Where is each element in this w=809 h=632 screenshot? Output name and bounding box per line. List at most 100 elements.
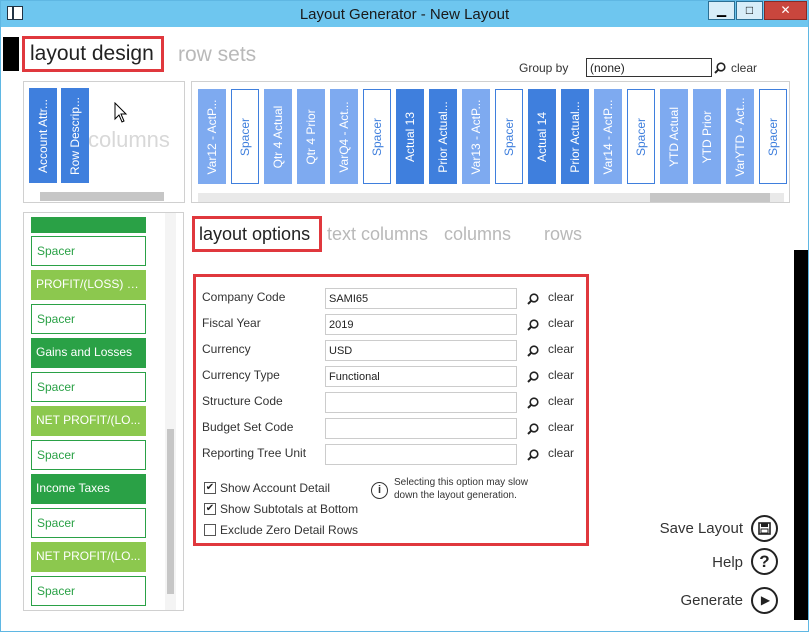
row-item[interactable]: Spacer [31, 440, 146, 470]
option-clear[interactable]: clear [548, 342, 574, 356]
column-card-label: Account Attr... [36, 98, 50, 173]
close-button[interactable]: ✕ [764, 1, 807, 20]
checkbox[interactable] [204, 524, 216, 536]
option-clear[interactable]: clear [548, 290, 574, 304]
row-item[interactable]: Spacer [31, 576, 146, 606]
row-item[interactable]: Income Taxes [31, 474, 146, 504]
column-card-label: Var13 - ActP... [469, 99, 483, 174]
option-clear[interactable]: clear [548, 394, 574, 408]
row-item[interactable]: Gains and Losses [31, 338, 146, 368]
layout-column-card[interactable]: Prior Actual... [561, 89, 589, 184]
layout-column-card[interactable]: Actual 14 [528, 89, 556, 184]
search-icon[interactable] [527, 422, 539, 435]
checkbox[interactable]: ✔ [204, 503, 216, 515]
group-by-input[interactable]: (none) [586, 58, 712, 77]
row-item[interactable]: Spacer [31, 508, 146, 538]
row-item[interactable]: NET PROFIT/(LO... [31, 542, 146, 572]
group-by-clear[interactable]: clear [731, 61, 757, 75]
columns-watermark: columns [88, 127, 170, 152]
option-input[interactable] [325, 418, 517, 439]
layout-column-card[interactable]: Var14 - ActP... [594, 89, 622, 184]
checkbox[interactable]: ✔ [204, 482, 216, 494]
available-columns-panel: columns Account Attr... Row Descrip... [23, 81, 185, 203]
search-icon[interactable] [527, 318, 539, 331]
layout-column-card[interactable]: Spacer [759, 89, 787, 184]
column-card-label: Spacer [502, 117, 516, 156]
option-label: Company Code [202, 290, 286, 304]
column-card-label: Spacer [634, 117, 648, 156]
layout-column-card[interactable]: Var12 - ActP... [198, 89, 226, 184]
search-icon[interactable] [714, 61, 726, 74]
search-icon[interactable] [527, 396, 539, 409]
save-icon[interactable] [751, 515, 778, 542]
row-item[interactable]: Spacer [31, 236, 146, 266]
option-clear[interactable]: clear [548, 368, 574, 382]
available-column-card[interactable]: Account Attr... [29, 88, 57, 183]
layout-columns-scrollbar[interactable] [198, 193, 784, 202]
option-clear[interactable]: clear [548, 446, 574, 460]
search-icon[interactable] [527, 344, 539, 357]
layout-column-card[interactable]: Qtr 4 Prior [297, 89, 325, 184]
search-icon[interactable] [527, 292, 539, 305]
checkbox-label[interactable]: Exclude Zero Detail Rows [220, 523, 358, 537]
layout-column-card[interactable]: Spacer [627, 89, 655, 184]
option-input[interactable] [325, 392, 517, 413]
option-input[interactable] [325, 444, 517, 465]
column-card-label: YTD Prior [700, 110, 714, 163]
layout-column-card[interactable]: Spacer [231, 89, 259, 184]
layout-column-card[interactable]: Prior Actual... [429, 89, 457, 184]
maximize-button[interactable]: □ [736, 1, 763, 20]
row-item[interactable] [31, 217, 146, 233]
layout-generator-window: Layout Generator - New Layout ▁ □ ✕ layo… [0, 0, 809, 632]
help-label[interactable]: Help [641, 554, 743, 571]
right-edge-bar [794, 250, 808, 620]
row-item[interactable]: Spacer [31, 372, 146, 402]
title-bar: Layout Generator - New Layout ▁ □ ✕ [1, 1, 808, 27]
layout-column-card[interactable]: YTD Actual [660, 89, 688, 184]
layout-column-card[interactable]: Spacer [495, 89, 523, 184]
tab-text-columns[interactable]: text columns [327, 224, 428, 245]
tab-columns[interactable]: columns [444, 224, 511, 245]
option-clear[interactable]: clear [548, 316, 574, 330]
option-label: Currency [202, 342, 251, 356]
search-icon[interactable] [527, 370, 539, 383]
option-label: Reporting Tree Unit [202, 446, 307, 460]
tab-rows[interactable]: rows [544, 224, 582, 245]
column-card-label: Qtr 4 Prior [304, 108, 318, 165]
available-columns-scrollbar[interactable] [40, 192, 164, 201]
option-input[interactable]: Functional [325, 366, 517, 387]
minimize-button[interactable]: ▁ [708, 1, 735, 20]
tab-row-sets[interactable]: row sets [178, 43, 256, 67]
column-card-label: Spacer [766, 117, 780, 156]
layout-column-card[interactable]: VarYTD - Act... [726, 89, 754, 184]
column-card-label: Qtr 4 Actual [271, 105, 285, 168]
option-input[interactable]: SAMI65 [325, 288, 517, 309]
layout-column-card[interactable]: VarQ4 - Act... [330, 89, 358, 184]
column-card-label: YTD Actual [667, 106, 681, 167]
generate-label[interactable]: Generate [641, 592, 743, 609]
search-icon[interactable] [527, 448, 539, 461]
rows-scrollbar[interactable] [165, 213, 176, 610]
row-item[interactable]: PROFIT/(LOSS) B... [31, 270, 146, 300]
option-input[interactable]: 2019 [325, 314, 517, 335]
layout-column-card[interactable]: Actual 13 [396, 89, 424, 184]
layout-columns-panel: Var12 - ActP... Spacer Qtr 4 Actual Qtr 4 P… [191, 81, 790, 203]
checkbox-label[interactable]: Show Account Detail [220, 481, 330, 495]
layout-column-card[interactable]: Spacer [363, 89, 391, 184]
layout-column-card[interactable]: Var13 - ActP... [462, 89, 490, 184]
row-item[interactable]: Spacer [31, 304, 146, 334]
column-card-label: Spacer [238, 117, 252, 156]
available-column-card[interactable]: Row Descrip... [61, 88, 89, 183]
layout-column-card[interactable]: YTD Prior [693, 89, 721, 184]
help-icon[interactable]: ? [751, 548, 778, 575]
layout-column-card[interactable]: Qtr 4 Actual [264, 89, 292, 184]
save-layout-label[interactable]: Save Layout [641, 520, 743, 537]
column-card-label: Spacer [370, 117, 384, 156]
option-input[interactable]: USD [325, 340, 517, 361]
row-item[interactable]: NET PROFIT/(LO... [31, 406, 146, 436]
checkbox-label[interactable]: Show Subtotals at Bottom [220, 502, 358, 516]
option-clear[interactable]: clear [548, 420, 574, 434]
generate-icon[interactable]: ▶ [751, 587, 778, 614]
option-label: Structure Code [202, 394, 283, 408]
column-card-label: Var12 - ActP... [205, 99, 219, 174]
